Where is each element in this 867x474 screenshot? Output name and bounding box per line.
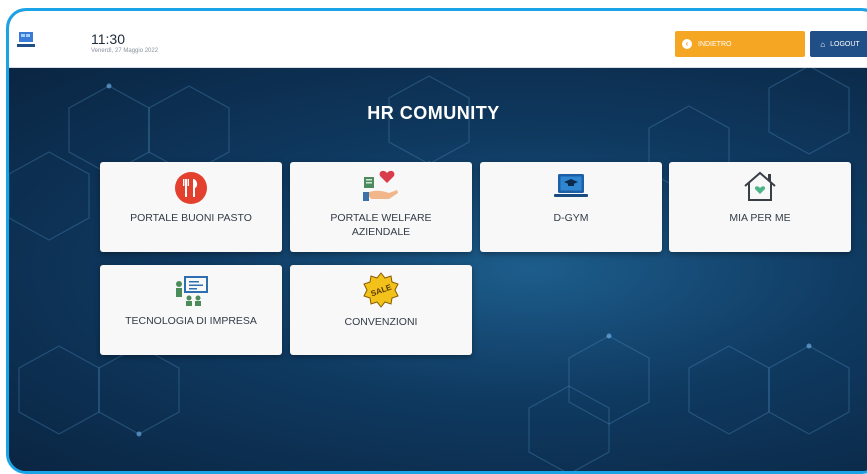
heart-hand-icon [363,170,398,201]
back-button-label: INDIETRO [698,40,732,48]
house-heart-icon [744,171,776,201]
card-label: D-GYM [553,212,589,224]
card-portale-buoni-pasto[interactable]: PORTALE BUONI PASTO [100,162,282,252]
card-convenzioni[interactable]: SALE CONVENZIONI [290,265,472,355]
home-icon: ⌂ [820,39,826,49]
laptop-graduation-icon [554,174,588,197]
clock-time: 11:30 [91,31,125,47]
company-logo [17,32,35,47]
card-tecnologia-di-impresa[interactable]: TECNOLOGIA DI IMPRESA [100,265,282,355]
card-portale-welfare-aziendale[interactable]: PORTALE WELFARE AZIENDALE [290,162,472,252]
sale-badge-icon: SALE [363,272,399,308]
page-title: HR COMUNITY [367,103,500,123]
card-label: CONVENZIONI [344,316,418,328]
top-bar: 11:30 Venerdì, 27 Maggio 2022 ‹ INDIETRO… [9,11,867,68]
card-label: PORTALE WELFARE AZIENDALE [330,212,432,238]
card-label: MIA PER ME [729,212,791,224]
logout-button[interactable]: ⌂ LOGOUT [810,31,867,57]
card-label: PORTALE BUONI PASTO [130,212,252,224]
card-d-gym[interactable]: D-GYM [480,162,662,252]
back-button[interactable]: ‹ INDIETRO [675,31,805,57]
clock-date: Venerdì, 27 Maggio 2022 [91,48,159,54]
logout-button-label: LOGOUT [830,40,860,48]
arrow-left-icon: ‹ [682,39,692,49]
fork-knife-icon [175,172,207,204]
clock: 11:30 Venerdì, 27 Maggio 2022 [91,32,158,54]
presentation-icon [176,276,208,306]
card-label: TECNOLOGIA DI IMPRESA [125,315,257,327]
card-mia-per-me[interactable]: MIA PER ME [669,162,851,252]
